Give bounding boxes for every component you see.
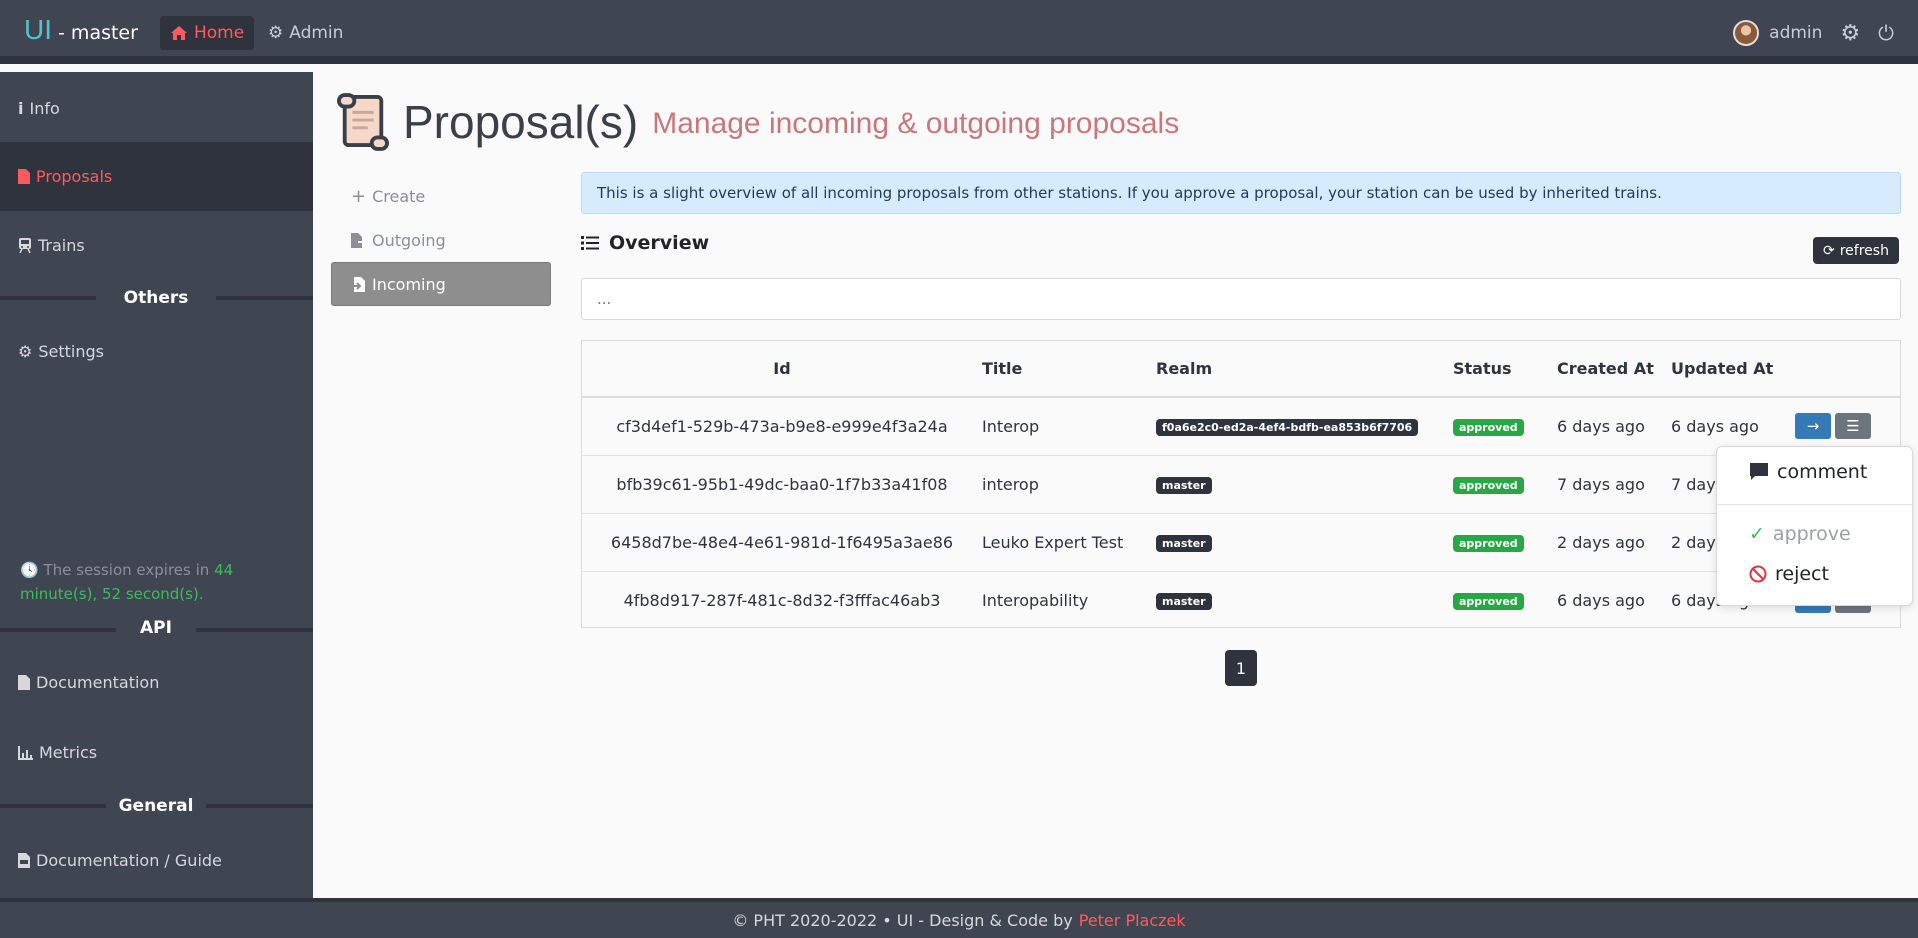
author-link[interactable]: Peter Placzek — [1079, 911, 1186, 930]
table-row: cf3d4ef1-529b-473a-b9e8-e999e4f3a24a Int… — [582, 397, 1900, 456]
main-content: Proposal(s) Manage incoming & outgoing p… — [313, 72, 1918, 898]
cell-created: 7 days ago — [1557, 455, 1671, 514]
sidebar-item-proposals[interactable]: Proposals — [0, 142, 313, 211]
pagination-page-1[interactable]: 1 — [1225, 650, 1257, 686]
page-title: Proposal(s) — [403, 96, 639, 148]
status-badge: approved — [1453, 593, 1524, 611]
power-icon[interactable]: ⏻ — [1878, 21, 1894, 45]
user-menu[interactable]: admin — [1733, 20, 1822, 46]
cell-id: bfb39c61-95b1-49dc-baa0-1f7b33a41f08 — [582, 455, 982, 514]
arrow-right-icon: → — [1806, 417, 1820, 436]
comment-icon — [1750, 463, 1768, 480]
session-expiry: 🕓 The session expires in 44 minute(s), 5… — [20, 561, 234, 603]
file-export-icon — [351, 232, 366, 248]
realm-badge: master — [1156, 593, 1212, 611]
search-input[interactable]: ... — [581, 278, 1901, 320]
row-actions-dropdown: comment ✓ approve reject — [1716, 446, 1913, 606]
dropdown-comment[interactable]: comment — [1749, 461, 1867, 483]
realm-badge: f0a6e2c0-ed2a-4ef4-bdfb-ea853b6f7706 — [1156, 419, 1419, 437]
home-icon — [171, 26, 187, 40]
refresh-button[interactable]: ⟳ refresh — [1813, 237, 1899, 264]
column-header-realm[interactable]: Realm — [1156, 341, 1453, 398]
scroll-icon — [337, 93, 389, 151]
table-row: 6458d7be-48e4-4e61-981d-1f6495a3ae86 Leu… — [582, 513, 1900, 572]
pdf-file-icon — [18, 853, 30, 868]
top-navbar: UI - master Home ⚙ Admin admin ⚙ ⏻ — [0, 0, 1918, 64]
column-header-status[interactable]: Status — [1453, 341, 1557, 398]
nav-home-link[interactable]: Home — [160, 16, 255, 50]
subnav-incoming[interactable]: Incoming — [331, 262, 551, 306]
sidebar-item-documentation[interactable]: Documentation — [0, 648, 313, 717]
subnav-create[interactable]: + Create — [331, 174, 551, 218]
realm-badge: master — [1156, 477, 1212, 494]
sidebar-section-others: Others — [96, 288, 216, 308]
check-icon: ✓ — [1749, 523, 1765, 545]
cell-created: 6 days ago — [1557, 397, 1671, 456]
realm-badge: master — [1156, 535, 1212, 552]
open-proposal-button[interactable]: → — [1795, 413, 1831, 440]
list-icon — [581, 236, 599, 250]
ban-icon — [1749, 565, 1767, 583]
menu-icon: ☰ — [1846, 417, 1860, 436]
avatar — [1733, 20, 1760, 46]
sidebar-item-guide[interactable]: Documentation / Guide — [0, 826, 313, 895]
gear-icon: ⚙ — [268, 23, 284, 43]
subnav-outgoing[interactable]: Outgoing — [331, 218, 551, 262]
status-badge: approved — [1453, 477, 1524, 494]
page-subtitle: Manage incoming & outgoing proposals — [652, 107, 1180, 140]
column-header-actions — [1795, 341, 1900, 398]
sidebar-item-info[interactable]: i Info — [0, 74, 313, 143]
nav-admin-link[interactable]: ⚙ Admin — [268, 16, 343, 50]
file-icon — [18, 169, 30, 184]
cell-id: cf3d4ef1-529b-473a-b9e8-e999e4f3a24a — [582, 397, 982, 456]
refresh-icon: ⟳ — [1823, 242, 1835, 259]
sidebar-section-api: API — [116, 618, 196, 638]
sidebar-item-trains[interactable]: Trains — [0, 211, 313, 280]
file-import-icon — [352, 276, 365, 292]
sidebar-item-settings[interactable]: ⚙ Settings — [0, 317, 313, 386]
cell-created: 2 days ago — [1557, 513, 1671, 572]
clock-icon: 🕓 — [20, 561, 39, 579]
cell-id: 4fb8d917-287f-481c-8d32-f3fffac46ab3 — [623, 590, 941, 610]
column-header-title[interactable]: Title — [982, 341, 1156, 398]
status-badge: approved — [1453, 535, 1524, 552]
cell-created: 6 days ago — [1557, 590, 1645, 610]
table-row: 4fb8d917-287f-481c-8d32-f3fffac46ab3 Int… — [582, 571, 1900, 629]
sidebar: i Info Proposals Trains Others ⚙ Setting… — [0, 72, 313, 898]
overview-heading: Overview — [581, 232, 709, 254]
brand-logo[interactable]: UI - master — [24, 14, 138, 46]
proposals-table: Id Title Realm Status Created At Updated… — [581, 340, 1901, 628]
info-alert: This is a slight overview of all incomin… — [581, 172, 1901, 214]
chart-icon — [18, 745, 33, 760]
cell-title: Interopability — [982, 590, 1089, 610]
column-header-updated[interactable]: Updated At — [1671, 341, 1795, 398]
table-row: bfb39c61-95b1-49dc-baa0-1f7b33a41f08 int… — [582, 455, 1900, 514]
actions-menu-button[interactable]: ☰ — [1835, 413, 1871, 440]
dropdown-reject[interactable]: reject — [1749, 563, 1829, 585]
file-icon — [18, 675, 30, 690]
info-icon: i — [18, 99, 24, 118]
status-badge: approved — [1453, 419, 1524, 437]
column-header-id[interactable]: Id — [582, 341, 982, 398]
dropdown-approve[interactable]: ✓ approve — [1749, 523, 1851, 545]
table-header-row: Id Title Realm Status Created At Updated… — [582, 341, 1900, 398]
cell-title: Interop — [982, 397, 1156, 456]
cell-id: 6458d7be-48e4-4e61-981d-1f6495a3ae86 — [582, 513, 982, 572]
cell-title: interop — [982, 455, 1156, 514]
footer: © PHT 2020-2022 • UI - Design & Code by … — [0, 898, 1918, 938]
column-header-created[interactable]: Created At — [1557, 341, 1671, 398]
sidebar-item-metrics[interactable]: Metrics — [0, 718, 313, 787]
gear-icon: ⚙ — [18, 342, 33, 361]
sidebar-section-general: General — [106, 796, 206, 816]
dropdown-divider — [1717, 504, 1912, 505]
train-icon — [19, 238, 31, 253]
cell-title: Leuko Expert Test — [982, 513, 1156, 572]
page-header: Proposal(s) Manage incoming & outgoing p… — [337, 92, 1179, 152]
proposal-subnav: + Create Outgoing Incoming — [331, 174, 551, 306]
settings-gear-icon[interactable]: ⚙ — [1840, 21, 1860, 46]
plus-icon: + — [351, 185, 367, 207]
